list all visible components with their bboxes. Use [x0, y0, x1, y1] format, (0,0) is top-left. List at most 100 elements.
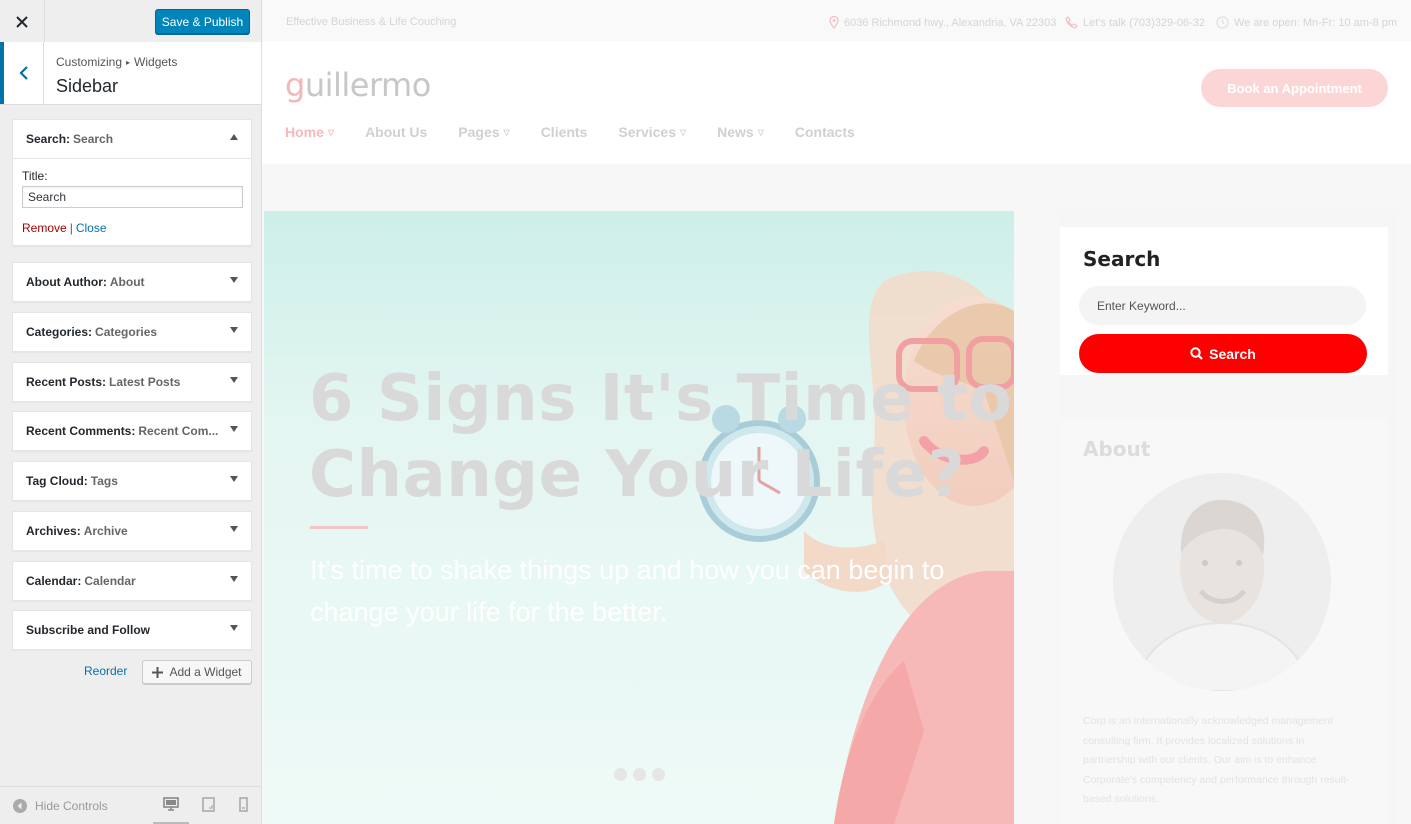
nav-item-contacts[interactable]: Contacts	[795, 124, 855, 140]
widget-about-author: About Author: About	[12, 262, 252, 302]
customizer-panel: Save & Publish Customizing ▸ Widgets Sideb…	[0, 0, 262, 824]
widget-actions: Remove | Close	[22, 221, 242, 235]
breadcrumb-arrow-icon: ▸	[126, 58, 131, 67]
expand-arrow-icon[interactable]	[230, 377, 238, 383]
widget-calendar: Calendar: Calendar	[12, 561, 252, 601]
site-tagline: Effective Business & Life Couching	[286, 16, 457, 28]
hide-controls-label: Hide Controls	[35, 799, 108, 813]
nav-label: Contacts	[794, 124, 855, 140]
save-publish-button[interactable]: Save & Publish	[155, 9, 250, 34]
widget-type: Search	[26, 132, 67, 146]
desktop-preview-button[interactable]	[163, 797, 179, 816]
nav-item-clients[interactable]: Clients	[541, 124, 588, 140]
site-preview: Effective Business & Life Couching 6036 …	[262, 0, 1411, 824]
expand-arrow-icon[interactable]	[230, 277, 238, 283]
reorder-link[interactable]: Reorder	[84, 664, 127, 678]
sidebar-search-button[interactable]: Search	[1079, 334, 1367, 373]
hero-divider	[310, 526, 368, 529]
widget-header[interactable]: Categories: Categories	[13, 313, 251, 351]
book-appointment-button[interactable]: Book an Appointment	[1201, 69, 1388, 107]
expand-arrow-icon[interactable]	[230, 576, 238, 582]
widget-header[interactable]: Recent Posts: Latest Posts	[13, 363, 251, 401]
customizer-header: Save & Publish	[0, 0, 261, 43]
widget-header[interactable]: Subscribe and Follow	[13, 611, 251, 649]
site-sidebar: Search Search About	[1060, 211, 1396, 824]
tablet-icon	[202, 797, 215, 812]
chevron-down-icon: ▽	[679, 127, 687, 137]
phone-icon	[1065, 16, 1078, 29]
widget-header[interactable]: Search: Search	[13, 120, 251, 158]
breadcrumb-root: Customizing	[56, 55, 123, 69]
map-pin-icon	[829, 16, 839, 29]
breadcrumb: Customizing ▸ Widgets	[56, 55, 177, 69]
mobile-preview-button[interactable]	[239, 797, 248, 817]
nav-label: Home	[285, 124, 324, 140]
widget-type: Recent Comments	[26, 424, 132, 438]
slider-dot[interactable]	[633, 768, 646, 781]
expand-arrow-icon[interactable]	[230, 625, 238, 631]
hero-title-line-2: Change Your Life?	[309, 438, 966, 512]
section-title: Sidebar	[56, 76, 119, 96]
slider-dot[interactable]	[652, 768, 665, 781]
remove-link[interactable]: Remove	[22, 221, 67, 235]
nav-item-news[interactable]: News ▽	[717, 124, 764, 140]
about-widget: About Corp is an internationally acknowl…	[1060, 419, 1388, 824]
widget-header[interactable]: Calendar: Calendar	[13, 562, 251, 600]
widget-type: Calendar	[26, 574, 78, 588]
section-header: Customizing ▸ Widgets Sidebar	[0, 42, 261, 105]
close-customizer-button[interactable]	[0, 0, 45, 43]
mobile-icon	[239, 797, 248, 812]
widget-title: Latest Posts	[109, 375, 181, 389]
widget-header[interactable]: Tag Cloud: Tags	[13, 462, 251, 500]
author-portrait-image	[1113, 473, 1331, 691]
hours-info: We are open: Mn-Fr: 10 am-8 pm	[1216, 16, 1397, 29]
address-info: 6036 Richmond hwy., Alexandria, VA 22303	[829, 16, 1056, 29]
nav-item-pages[interactable]: Pages ▽	[458, 124, 509, 140]
close-link[interactable]: Close	[76, 221, 107, 235]
logo-rest: uillermo	[304, 66, 431, 104]
add-widget-button[interactable]: Add a Widget	[142, 660, 252, 684]
chevron-down-icon: ▽	[757, 127, 764, 137]
expand-arrow-icon[interactable]	[230, 426, 238, 432]
widget-form: Title: Remove|Close	[13, 158, 251, 245]
widget-title: Calendar	[84, 574, 136, 588]
widget-title: Search	[73, 132, 114, 146]
customizer-window: Save & Publish Customizing ▸ Widgets Sideb…	[0, 0, 1411, 824]
slider-dot[interactable]	[614, 768, 627, 781]
close-icon	[16, 15, 28, 28]
search-widget-heading: Search	[1083, 247, 1161, 271]
collapse-arrow-icon[interactable]	[230, 134, 238, 140]
hide-controls-button[interactable]: Hide Controls	[13, 799, 108, 813]
expand-arrow-icon[interactable]	[230, 526, 238, 532]
tablet-preview-button[interactable]	[202, 797, 215, 817]
about-widget-text: Corp is an internationally acknowledged …	[1083, 715, 1350, 805]
widget-title: Tags	[90, 474, 118, 488]
address-text: 6036 Richmond hwy., Alexandria, VA 22303	[844, 16, 1057, 29]
widget-header[interactable]: Recent Comments: Recent Com...	[13, 412, 251, 450]
title-field-label: Title:	[22, 169, 48, 183]
phone-info: Let's talk (703)329-06-32	[1065, 16, 1205, 29]
widget-type: Recent Posts	[26, 375, 103, 389]
back-button[interactable]	[0, 42, 44, 104]
keyword-search-input[interactable]	[1079, 286, 1366, 325]
nav-item-services[interactable]: Services ▽	[618, 124, 686, 140]
hours-text: We are open: Mn-Fr: 10 am-8 pm	[1234, 16, 1398, 29]
clock-icon	[1216, 16, 1229, 29]
widget-header[interactable]: About Author: About	[13, 263, 251, 301]
chevron-left-icon	[18, 66, 28, 80]
expand-arrow-icon[interactable]	[230, 476, 238, 482]
widget-type: About Author	[26, 275, 103, 289]
widget-type: Archives	[26, 524, 77, 538]
nav-item-home[interactable]: Home ▽	[285, 124, 334, 140]
expand-arrow-icon[interactable]	[230, 327, 238, 333]
widget-header[interactable]: Archives: Archive	[13, 512, 251, 550]
nav-item-about-us[interactable]: About Us	[365, 124, 427, 140]
search-button-label: Search	[1209, 345, 1256, 362]
hero-slider: 6 Signs It's Time to Change Your Life? I…	[264, 211, 1014, 824]
title-field[interactable]	[22, 186, 243, 208]
widget-title: Archive	[83, 524, 128, 538]
site-header: guillermo Book an Appointment Home ▽ Abou…	[262, 42, 1411, 164]
logo-first-letter: g	[285, 66, 305, 104]
nav-label: Clients	[540, 124, 588, 140]
site-logo[interactable]: guillermo	[285, 66, 431, 104]
